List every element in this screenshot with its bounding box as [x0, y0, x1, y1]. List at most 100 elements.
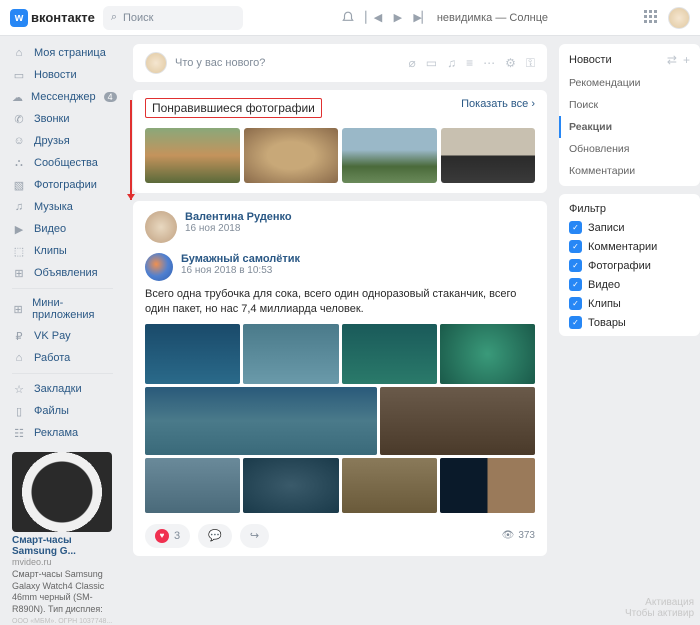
next-track-icon[interactable]: ▶▏	[413, 9, 431, 27]
add-icon[interactable]: +	[683, 53, 690, 67]
checkbox-icon: ✓	[569, 240, 582, 253]
nav-item-Закладки[interactable]: ☆ Закладки	[0, 378, 125, 400]
nav-item-Моя страница[interactable]: ⌂Моя страница	[0, 42, 125, 64]
nav-item-Друзья[interactable]: ☺Друзья	[0, 130, 125, 152]
post-image[interactable]	[440, 324, 535, 384]
liked-photos-block: Понравившиеся фотографии Показать все ›	[133, 90, 547, 193]
nav-item-Мини-приложения[interactable]: ⊞Мини-приложения	[0, 293, 125, 325]
apps-grid-icon[interactable]	[644, 10, 660, 26]
article-icon[interactable]: ≡	[466, 56, 473, 71]
track-title[interactable]: невидимка — Солнце	[437, 12, 548, 24]
nav-label: Мессенджер	[31, 91, 96, 103]
nav-icon: ⌂	[12, 46, 26, 60]
lock-icon[interactable]: ⚿	[526, 56, 535, 71]
post-author-name[interactable]: Валентина Руденко	[185, 211, 292, 223]
prev-track-icon[interactable]: ▏◀	[365, 9, 383, 27]
composer[interactable]: Что у вас нового? ⌀ ▭ ♫ ≡ ⋯ ⚙ ⚿	[133, 44, 547, 82]
filter-Комментарии[interactable]: ✓ Комментарии	[559, 237, 700, 256]
post-image[interactable]	[243, 458, 338, 513]
filter-Фотографии[interactable]: ✓Фотографии	[559, 256, 700, 275]
post-image[interactable]	[342, 458, 437, 513]
post-image[interactable]	[145, 458, 240, 513]
repost-author-avatar[interactable]	[145, 253, 173, 281]
filter-Видео[interactable]: ✓Видео	[559, 275, 700, 294]
tab-Обновления[interactable]: Обновления	[559, 138, 700, 160]
post-image[interactable]	[342, 324, 437, 384]
nav-item-Новости[interactable]: ▭Новости	[0, 64, 125, 86]
filter-Товары[interactable]: ✓Товары	[559, 313, 700, 332]
tab-Поиск[interactable]: Поиск	[559, 94, 700, 116]
nav-label: VK Pay	[34, 330, 71, 342]
nav-item-Файлы[interactable]: ▯Файлы	[0, 400, 125, 422]
tab-Реакции[interactable]: Реакции	[559, 116, 700, 138]
nav-icon: ☆	[12, 382, 26, 396]
nav-item-Фотографии[interactable]: ▧Фотографии	[0, 174, 125, 196]
share-button[interactable]: ↪	[240, 524, 269, 548]
filter-Записи[interactable]: ✓Записи	[559, 218, 700, 237]
search-input[interactable]: ⌕ Поиск	[103, 6, 243, 30]
music-icon[interactable]: ♫	[447, 56, 456, 71]
notifications-icon[interactable]	[339, 9, 357, 27]
post-image[interactable]	[145, 324, 240, 384]
user-avatar[interactable]	[668, 7, 690, 29]
nav-item-Мессенджер[interactable]: ☁Мессенджер4	[0, 86, 125, 108]
gear-icon[interactable]: ⚙	[505, 56, 516, 71]
filter-title: Фильтр	[559, 198, 700, 218]
comment-icon: 💬	[208, 529, 222, 542]
search-icon: ⌕	[111, 11, 117, 24]
tab-Комментарии[interactable]: Комментарии	[559, 160, 700, 182]
nav-icon: ☷	[12, 426, 26, 440]
post-text: Всего одна трубочка для сока, всего один…	[133, 281, 547, 324]
nav-icon: ▶	[12, 222, 26, 236]
nav-icon: ₽	[12, 329, 26, 343]
play-icon[interactable]: ▶	[389, 9, 407, 27]
comment-button[interactable]: 💬	[198, 524, 232, 548]
nav-label: Друзья	[34, 135, 70, 147]
filter-label: Комментарии	[588, 241, 657, 253]
show-all-link[interactable]: Показать все ›	[461, 98, 535, 118]
nav-item-Видео[interactable]: ▶ Видео	[0, 218, 125, 240]
composer-input[interactable]: Что у вас нового?	[175, 57, 401, 69]
camera-icon[interactable]: ⌀	[409, 56, 416, 71]
news-header[interactable]: Новости ⇄+	[559, 48, 700, 72]
nav-item-Реклама[interactable]: ☷Реклама	[0, 422, 125, 444]
nav-item-VK Pay[interactable]: ₽ VK Pay	[0, 325, 125, 347]
nav-item-Клипы[interactable]: ⬚Клипы	[0, 240, 125, 262]
nav-label: Мини-приложения	[32, 297, 113, 321]
nav-item-Сообщества[interactable]: ⛬Сообщества	[0, 152, 125, 174]
nav-item-Музыка[interactable]: ♫Музыка	[0, 196, 125, 218]
liked-photo-thumb[interactable]	[441, 128, 536, 183]
liked-photo-thumb[interactable]	[244, 128, 339, 183]
post-image[interactable]	[243, 324, 338, 384]
tab-Рекомендации[interactable]: Рекомендации	[559, 72, 700, 94]
eye-icon: 👁	[502, 530, 515, 541]
search-placeholder: Поиск	[123, 12, 153, 24]
liked-photo-thumb[interactable]	[145, 128, 240, 183]
header: w вконтакте ⌕ Поиск ▏◀ ▶ ▶▏ невидимка — …	[0, 0, 700, 36]
checkbox-icon: ✓	[569, 316, 582, 329]
nav-item-Звонки[interactable]: ✆Звонки	[0, 108, 125, 130]
post-image[interactable]	[380, 387, 535, 455]
liked-photos-title: Понравившиеся фотографии	[145, 98, 322, 118]
nav-item-Объявления[interactable]: ⊞Объявления	[0, 262, 125, 284]
video-icon[interactable]: ▭	[426, 56, 437, 71]
sidebar-ad[interactable]: Смарт-часы Samsung G... mvideo.ru Смарт-…	[12, 452, 113, 625]
post-author-avatar[interactable]	[145, 211, 177, 243]
post-image[interactable]	[145, 387, 377, 455]
filter-Клипы[interactable]: ✓Клипы	[559, 294, 700, 313]
nav-label: Видео	[34, 223, 66, 235]
post-image[interactable]	[440, 458, 535, 513]
nav-icon: ⛬	[12, 156, 26, 170]
logo[interactable]: w вконтакте	[10, 9, 95, 27]
more-icon[interactable]: ⋯	[483, 56, 495, 71]
settings-icon[interactable]: ⇄	[667, 53, 677, 67]
nav-item-Работа[interactable]: ⌂Работа	[0, 347, 125, 369]
share-icon: ↪	[250, 529, 259, 542]
liked-photo-thumb[interactable]	[342, 128, 437, 183]
nav-label: Закладки	[34, 383, 82, 395]
like-button[interactable]: ♥3	[145, 524, 190, 548]
repost-author-name[interactable]: Бумажный самолётик	[181, 253, 300, 265]
filter-label: Видео	[588, 279, 620, 291]
ad-title: Смарт-часы Samsung G...	[12, 535, 113, 557]
nav-icon: ▭	[12, 68, 26, 82]
